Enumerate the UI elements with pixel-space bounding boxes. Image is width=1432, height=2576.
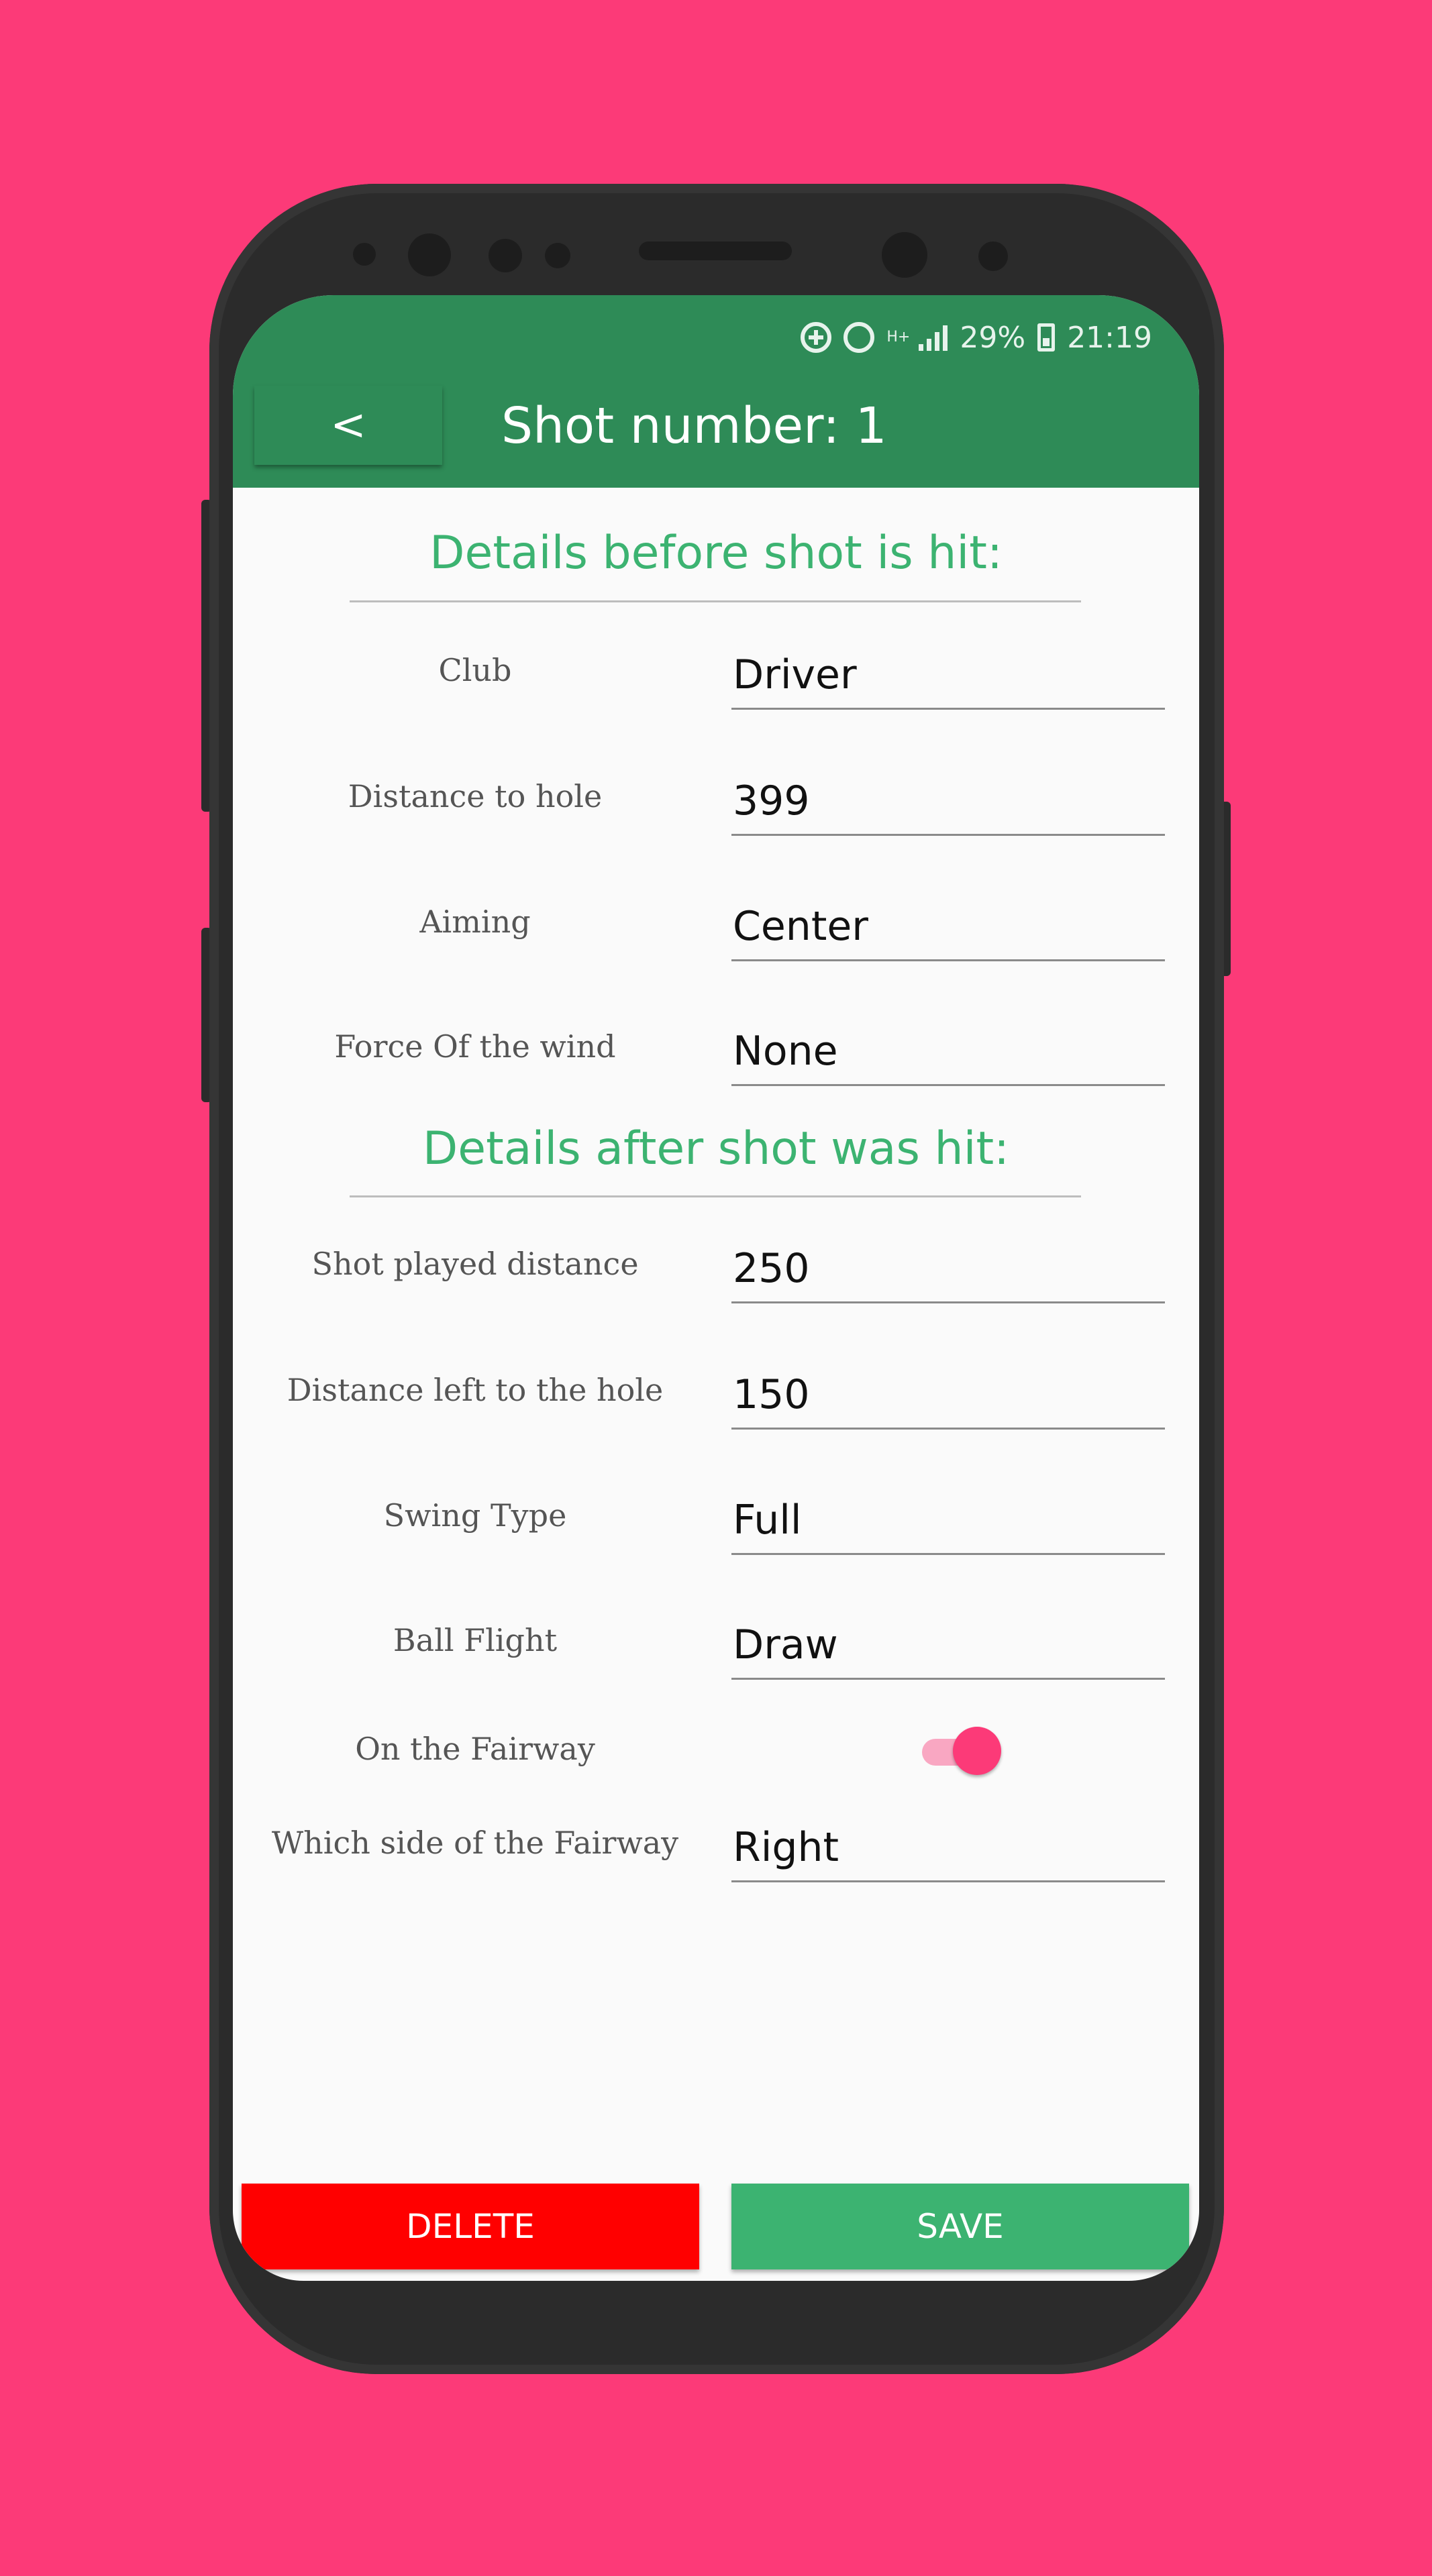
section-title-after: Details after shot was hit: — [422, 1122, 1010, 1175]
section-divider — [350, 600, 1081, 602]
section-divider — [350, 1195, 1081, 1197]
battery-percent: 29% — [960, 320, 1026, 355]
form-row-on-fairway: On the Fairway — [233, 1724, 1199, 1791]
front-camera — [882, 232, 927, 278]
form-row-distance-left: Distance left to the hole 150 — [233, 1365, 1199, 1432]
form-row-wind-force: Force Of the wind None — [233, 1022, 1199, 1089]
field-label: Swing Type — [383, 1497, 567, 1534]
field-label: Shot played distance — [311, 1246, 639, 1282]
sensor-dot — [489, 239, 522, 272]
network-hplus-icon: H+ — [886, 329, 911, 345]
field-label: Aiming — [419, 904, 531, 940]
form-row-ball-flight: Ball Flight Draw — [233, 1615, 1199, 1682]
battery-icon — [1037, 323, 1056, 352]
proximity-sensor — [408, 233, 451, 276]
field-label: On the Fairway — [355, 1731, 595, 1767]
shot-distance-field[interactable]: 250 — [731, 1239, 1165, 1303]
back-button[interactable]: < — [254, 386, 442, 465]
earpiece-speaker — [639, 241, 792, 260]
field-label: Ball Flight — [393, 1622, 558, 1658]
delete-button[interactable]: DELETE — [242, 2184, 699, 2269]
data-saver-icon — [801, 322, 832, 353]
swing-type-field[interactable]: Full — [731, 1491, 1165, 1555]
on-fairway-toggle[interactable] — [922, 1724, 1001, 1778]
form-row-swing-type: Swing Type Full — [233, 1491, 1199, 1558]
ball-flight-field[interactable]: Draw — [731, 1615, 1165, 1680]
sensor-dot — [978, 241, 1008, 271]
form-row-aiming: Aiming Center — [233, 897, 1199, 964]
section-title-before: Details before shot is hit: — [429, 527, 1003, 580]
form-row-shot-distance: Shot played distance 250 — [233, 1239, 1199, 1306]
aiming-field[interactable]: Center — [731, 897, 1165, 961]
signal-icon — [919, 324, 948, 351]
distance-to-hole-field[interactable]: 399 — [731, 771, 1165, 836]
toggle-thumb — [953, 1727, 1001, 1775]
save-button[interactable]: SAVE — [731, 2184, 1189, 2269]
status-bar: H+ 29% 21:19 — [801, 307, 1152, 368]
sensor-dot — [545, 243, 570, 268]
form-row-fairway-side: Which side of the Fairway Right — [233, 1818, 1199, 1885]
fairway-side-field[interactable]: Right — [731, 1818, 1165, 1882]
field-label: Which side of the Fairway — [271, 1825, 679, 1861]
club-field[interactable]: Driver — [731, 645, 1165, 710]
phone-screen: H+ 29% 21:19 < Shot number: 1 Details be… — [233, 295, 1199, 2281]
field-label: Distance to hole — [348, 778, 603, 814]
distance-left-field[interactable]: 150 — [731, 1365, 1165, 1430]
field-label: Force Of the wind — [334, 1028, 616, 1065]
alarm-icon — [843, 322, 875, 353]
wind-force-field[interactable]: None — [731, 1022, 1165, 1086]
app-bar: H+ 29% 21:19 < Shot number: 1 — [233, 295, 1199, 488]
clock: 21:19 — [1067, 320, 1152, 355]
sensor-dot — [353, 243, 376, 266]
form-row-distance-to-hole: Distance to hole 399 — [233, 771, 1199, 839]
field-label: Distance left to the hole — [287, 1372, 664, 1408]
form-row-club: Club Driver — [233, 645, 1199, 712]
page-title: Shot number: 1 — [501, 397, 887, 455]
field-label: Club — [438, 652, 512, 688]
